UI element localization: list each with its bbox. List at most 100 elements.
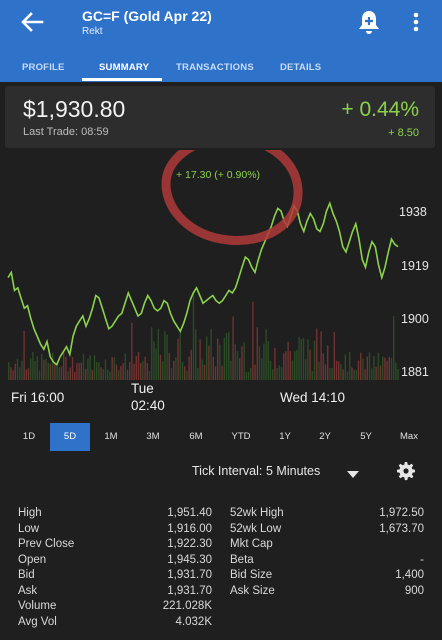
volume-bar <box>179 331 181 380</box>
range-1m[interactable]: 1M <box>93 423 129 451</box>
volume-bar <box>344 354 346 380</box>
volume-bar <box>41 354 43 380</box>
volume-bar <box>34 360 36 380</box>
range-5d[interactable]: 5D <box>50 423 90 451</box>
volume-bar <box>305 359 307 380</box>
bell-plus-icon[interactable] <box>356 8 382 36</box>
volume-bar <box>254 364 256 380</box>
volume-bar <box>203 364 206 380</box>
volume-bar <box>377 352 379 380</box>
volume-bar <box>146 363 148 380</box>
stat-row: Bid Size 1,400 <box>230 569 424 584</box>
volume-bar <box>111 357 113 380</box>
volume-bar <box>126 369 129 380</box>
stat-value: 1,931.70 <box>167 569 212 581</box>
tab-transactions[interactable]: TRANSACTIONS <box>176 62 254 73</box>
volume-bar <box>382 356 384 380</box>
range-5y[interactable]: 5Y <box>348 423 384 451</box>
price-line <box>7 200 399 366</box>
volume-bar <box>294 351 296 380</box>
volume-bar <box>245 372 247 380</box>
volume-bar <box>49 363 52 380</box>
x-tick-label: Tue 02:40 <box>131 381 165 413</box>
volume-bar <box>14 363 16 380</box>
red-scribble-circle <box>161 150 303 246</box>
stat-label: Ask Size <box>230 584 275 597</box>
volume-bar <box>60 366 63 380</box>
volume-bar <box>272 369 274 380</box>
volume-bar <box>91 370 93 380</box>
caret-down-icon[interactable] <box>346 466 360 478</box>
range-1d[interactable]: 1D <box>11 423 47 451</box>
tick-interval-select[interactable]: 5 Minutes <box>266 464 320 478</box>
volume-bar <box>210 328 212 380</box>
volume-bar <box>170 368 173 380</box>
volume-bar <box>159 354 162 380</box>
range-1y[interactable]: 1Y <box>267 423 303 451</box>
tab-details[interactable]: DETAILS <box>280 62 321 73</box>
stat-row: Open 1,945.30 <box>18 554 212 569</box>
stat-label: 52wk Low <box>230 522 282 535</box>
volume-bar <box>201 359 203 380</box>
volume-bar <box>151 327 153 380</box>
volume-bar <box>263 343 265 380</box>
volume-bar <box>188 356 190 380</box>
volume-bar <box>261 358 263 380</box>
volume-bar <box>76 363 78 380</box>
volume-bar <box>234 344 236 380</box>
volume-bar <box>107 369 109 380</box>
volume-bar <box>43 359 45 380</box>
tab-summary[interactable]: SUMMARY <box>99 62 149 73</box>
price-chart[interactable]: 1938 1919 1900 1881 + 17.30 (+ 0.90%) <box>0 150 442 418</box>
app-bar: GC=F (Gold Apr 22) Rekt PROFILE SUMMARY … <box>0 0 442 82</box>
volume-bar <box>364 369 366 380</box>
tab-profile[interactable]: PROFILE <box>22 62 65 73</box>
volume-bar <box>349 351 351 380</box>
stat-value: 900 <box>404 584 424 597</box>
volume-bar <box>384 357 386 380</box>
volume-bar <box>12 370 14 380</box>
volume-bar <box>199 339 201 380</box>
more-vertical-icon[interactable] <box>408 8 424 36</box>
volume-bar <box>157 328 159 380</box>
volume-bar <box>221 365 223 380</box>
range-6m[interactable]: 6M <box>178 423 214 451</box>
volume-bar <box>133 363 135 380</box>
stat-value: - <box>420 553 424 566</box>
volume-bar <box>85 368 87 380</box>
volume-bar <box>63 352 65 380</box>
volume-bar <box>322 353 324 380</box>
stat-row: Avg Vol 4.032K <box>18 616 212 631</box>
volume-bar <box>307 339 309 380</box>
stat-label: High <box>18 507 42 519</box>
volume-bar <box>327 345 329 380</box>
volume-bar <box>313 340 316 380</box>
range-ytd[interactable]: YTD <box>223 423 259 451</box>
volume-bar <box>265 329 267 380</box>
volume-bar <box>386 360 388 380</box>
range-3m[interactable]: 3M <box>135 423 171 451</box>
range-max[interactable]: Max <box>391 423 427 451</box>
gear-icon[interactable] <box>394 459 418 483</box>
back-arrow-icon[interactable] <box>18 9 46 35</box>
volume-bar <box>140 363 142 380</box>
volume-bar <box>316 328 318 380</box>
volume-bar <box>362 358 364 380</box>
volume-bar <box>113 357 115 380</box>
volume-bar <box>58 367 60 380</box>
volume-bar <box>74 371 76 380</box>
volume-bar <box>267 341 269 380</box>
volume-bar <box>155 348 157 380</box>
volume-bar <box>283 353 285 380</box>
change-percent: + 0.44% <box>341 98 419 121</box>
volume-bar <box>78 362 80 380</box>
stat-row: Ask 1,931.70 <box>18 585 212 600</box>
volume-bar <box>388 356 390 380</box>
volume-bar <box>173 360 175 380</box>
volume-bar <box>371 368 373 380</box>
range-2y[interactable]: 2Y <box>307 423 343 451</box>
volume-bars <box>8 292 399 380</box>
volume-bar <box>184 366 186 380</box>
volume-bar <box>71 357 74 380</box>
volume-bar <box>54 362 56 380</box>
